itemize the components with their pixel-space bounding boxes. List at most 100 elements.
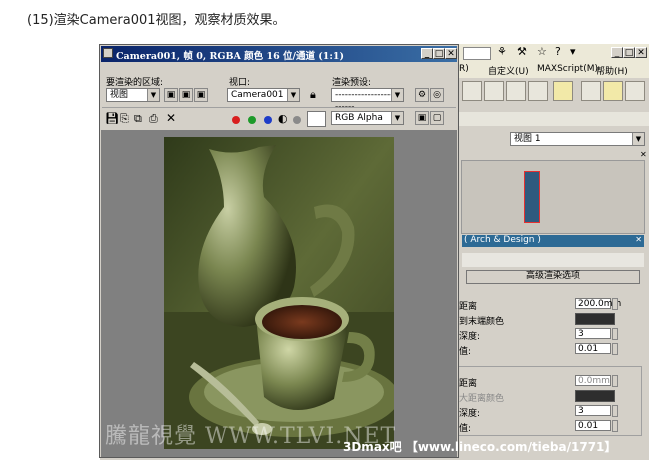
blue-channel-icon[interactable]	[264, 116, 272, 124]
divider	[102, 107, 456, 108]
toggle-ui-icon[interactable]: ▢	[430, 111, 444, 125]
chevron-down-icon: ▼	[632, 133, 644, 145]
render-frame-icon[interactable]	[553, 81, 573, 101]
page-caption: (15)渲染Camera001视图，观察材质效果。	[27, 13, 286, 28]
render-iterative-icon[interactable]	[625, 81, 645, 101]
chevron-down-icon: ▼	[391, 112, 403, 124]
thumbnail-panel	[461, 160, 645, 234]
watermark-site: 3Dmax吧 【www.lineco.com/tieba/1771】	[343, 440, 617, 454]
close-icon[interactable]: ✕	[635, 235, 642, 244]
viewport-dropdown-value: 视图 1	[514, 134, 541, 144]
help-icon[interactable]: ?	[555, 45, 561, 58]
lock-icon[interactable]: 🔒︎	[310, 88, 316, 102]
dropdown-arrow-icon[interactable]: ▾	[570, 45, 576, 58]
viewport-label: 视口:	[229, 78, 251, 88]
area-dropdown[interactable]: 视图 ▼	[106, 88, 160, 102]
end-color-swatch[interactable]	[575, 313, 615, 325]
maximize-button[interactable]: □	[433, 48, 445, 59]
threshold-field[interactable]: 0.01	[575, 343, 611, 354]
app-top-toolbar: ⚘ ⚒ ☆ ? ▾ _ □ ✕	[455, 44, 649, 62]
channel-dropdown-value: RGB Alpha	[335, 113, 383, 123]
area-label: 要渲染的区域:	[106, 78, 164, 88]
render-preset-dropdown[interactable]: -------------------------- ▼	[331, 88, 404, 112]
app-menu-bar: R) 自定义(U) MAXScript(M) 帮助(H)	[455, 62, 649, 78]
menu-item-rendering[interactable]: R)	[459, 64, 469, 74]
binoculars-icon[interactable]: ⚘	[497, 45, 507, 58]
crop-region-icon[interactable]: ▣	[194, 88, 208, 102]
close-button[interactable]: ✕	[445, 48, 457, 59]
print-icon[interactable]: ⎙	[149, 112, 158, 126]
environment-icon[interactable]: ◎	[430, 88, 444, 102]
spinner[interactable]	[612, 343, 618, 355]
max-distance-color-swatch[interactable]	[575, 390, 615, 402]
edit-region-icon[interactable]: ▣	[164, 88, 178, 102]
chevron-down-icon: ▼	[391, 89, 403, 101]
close-icon[interactable]: ✕	[640, 150, 647, 159]
group1-row1-label: 距离	[459, 302, 478, 312]
rendered-scene	[164, 137, 394, 449]
max-distance-field[interactable]: 200.0mm	[575, 298, 621, 309]
group1-row2-label: 到末端颜色	[459, 317, 505, 327]
render-frame-titlebar[interactable]: Camera001, 帧 0, RGBA 颜色 16 位/通道 (1:1) _ …	[101, 46, 457, 62]
max-distance-field-2[interactable]: 0.0mm	[575, 375, 611, 386]
spinner[interactable]	[612, 420, 618, 432]
rendered-image	[164, 137, 394, 449]
viewport-camera-value: Camera001	[231, 90, 284, 100]
app-minimize-button[interactable]: _	[611, 47, 623, 58]
viewport-thumbnail[interactable]	[524, 171, 540, 223]
group1-row4-label: 值:	[459, 347, 472, 357]
spacer-bar	[462, 253, 644, 267]
tools-icon[interactable]: ⚒	[517, 45, 527, 58]
render-setup-icon[interactable]	[462, 81, 482, 101]
save-icon[interactable]: 💾︎	[105, 112, 119, 125]
app-icon	[103, 48, 113, 58]
material-editor-icon[interactable]	[484, 81, 504, 101]
render-production-icon[interactable]	[603, 81, 623, 101]
quick-render-icon[interactable]	[581, 81, 601, 101]
clone-icon[interactable]: ⧉	[134, 112, 142, 126]
app-search-box[interactable]	[463, 47, 491, 60]
tab-strip	[455, 112, 649, 126]
viewport-camera-dropdown[interactable]: Camera001 ▼	[227, 88, 300, 102]
group1-row3-label: 深度:	[459, 332, 481, 342]
arch-design-rollout-header[interactable]: ( Arch & Design ) ✕	[462, 235, 644, 247]
group2-row4-label: 值:	[459, 424, 472, 434]
mono-icon[interactable]	[293, 116, 301, 124]
render-setup-icon[interactable]: ⚙	[415, 88, 429, 102]
minimize-button[interactable]: _	[421, 48, 433, 59]
spinner[interactable]	[612, 328, 618, 340]
menu-item-help[interactable]: 帮助(H)	[596, 64, 628, 77]
clear-icon[interactable]: ✕	[166, 111, 176, 125]
group2-row1-label: 距离	[459, 379, 478, 389]
threshold-field-2[interactable]: 0.01	[575, 420, 611, 431]
app-close-button[interactable]: ✕	[635, 47, 647, 58]
auto-region-icon[interactable]: ▣	[179, 88, 193, 102]
curve-editor-icon[interactable]	[506, 81, 526, 101]
copy-icon[interactable]: ⎘	[120, 112, 129, 126]
green-channel-icon[interactable]	[248, 116, 256, 124]
depth-field[interactable]: 3	[575, 328, 611, 339]
app-restore-button[interactable]: □	[623, 47, 635, 58]
depth-field-2[interactable]: 3	[575, 405, 611, 416]
advanced-render-options-button[interactable]: 高级渲染选项	[466, 270, 640, 284]
toggle-ui-overlay-icon[interactable]: ▣	[415, 111, 429, 125]
chevron-down-icon: ▼	[147, 89, 159, 101]
preset-label: 渲染预设:	[332, 78, 372, 88]
channel-dropdown[interactable]: RGB Alpha ▼	[331, 111, 404, 125]
viewport-dropdown[interactable]: 视图 1 ▼	[510, 132, 645, 146]
group2-row2-label: 大距离颜色	[459, 394, 505, 404]
star-icon[interactable]: ☆	[537, 45, 547, 58]
spinner[interactable]	[612, 375, 618, 387]
render-frame-title: Camera001, 帧 0, RGBA 颜色 16 位/通道 (1:1)	[116, 51, 344, 62]
red-channel-icon[interactable]	[232, 116, 240, 124]
spinner[interactable]	[612, 298, 618, 310]
color-swatch[interactable]	[307, 111, 326, 127]
chevron-down-icon: ▼	[287, 89, 299, 101]
menu-item-customize[interactable]: 自定义(U)	[488, 64, 529, 77]
menu-item-maxscript[interactable]: MAXScript(M)	[537, 64, 598, 74]
spinner[interactable]	[612, 405, 618, 417]
schematic-view-icon[interactable]	[528, 81, 548, 101]
alpha-channel-icon[interactable]: ◐	[278, 112, 288, 125]
app-main-toolbar	[455, 78, 649, 102]
group2-row3-label: 深度:	[459, 409, 481, 419]
